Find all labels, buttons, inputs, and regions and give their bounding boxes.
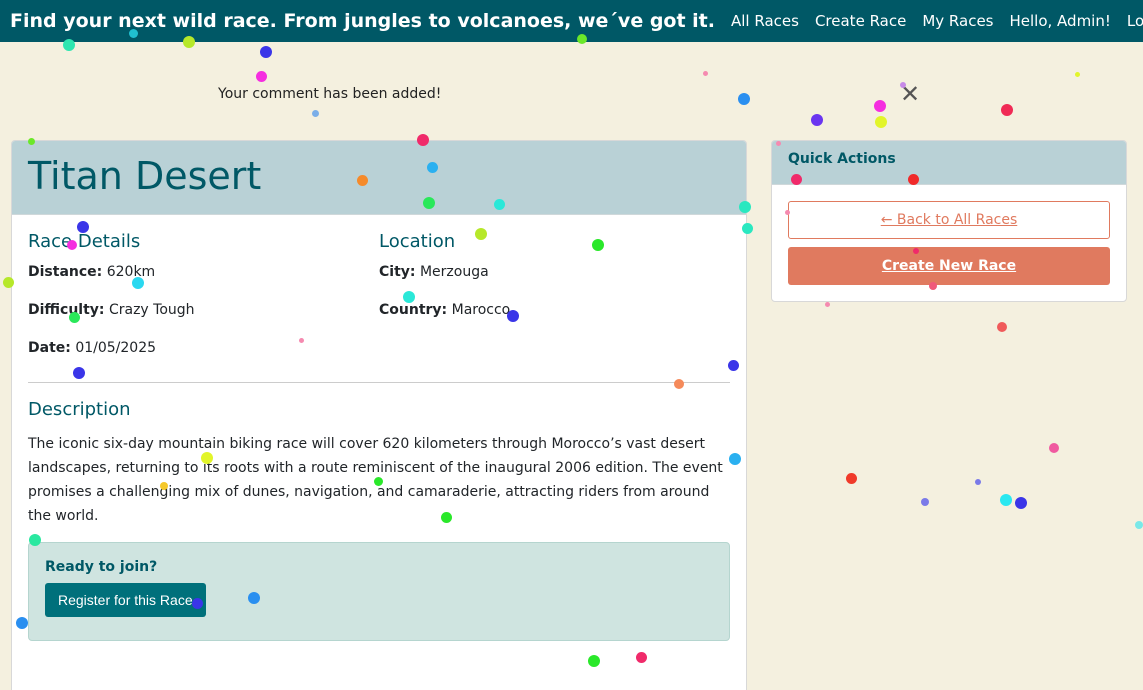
confetti-dot xyxy=(311,109,319,117)
country-row: Country: Marocco xyxy=(379,302,730,318)
race-details-heading: Race Details xyxy=(28,231,141,252)
distance-label: Distance: xyxy=(28,264,103,280)
nav-links: All Races Create Race My Races Hello, Ad… xyxy=(715,12,1143,30)
confetti-dot xyxy=(702,70,708,76)
join-panel: Ready to join? Register for this Race xyxy=(28,542,730,641)
confetti-dot xyxy=(1015,497,1027,509)
difficulty-label: Difficulty: xyxy=(28,302,105,318)
race-title: Titan Desert xyxy=(28,154,262,198)
confetti-dot xyxy=(975,479,981,485)
race-header: Titan Desert xyxy=(12,141,746,215)
register-button[interactable]: Register for this Race xyxy=(45,583,206,617)
section-divider xyxy=(28,382,730,383)
race-description: The iconic six-day mountain biking race … xyxy=(28,436,723,524)
race-details-column: Race Details Distance: 620km Difficulty:… xyxy=(28,231,379,378)
distance-row: Distance: 620km xyxy=(28,264,379,280)
confetti-dot xyxy=(255,70,267,82)
date-label: Date: xyxy=(28,340,71,356)
difficulty-value: Crazy Tough xyxy=(108,302,195,318)
close-icon[interactable]: ✕ xyxy=(900,82,920,106)
quick-actions-title: Quick Actions xyxy=(772,141,1126,185)
description-heading: Description xyxy=(28,399,131,420)
city-value: Merzouga xyxy=(419,264,489,280)
nav-my-races[interactable]: My Races xyxy=(922,12,993,30)
nav-logout[interactable]: Logout xyxy=(1127,12,1143,30)
flash-message: Your comment has been added! xyxy=(218,86,442,102)
confetti-dot xyxy=(811,114,823,126)
back-to-races-button[interactable]: ← Back to All Races xyxy=(788,201,1110,239)
nav-all-races[interactable]: All Races xyxy=(731,12,799,30)
confetti-dot xyxy=(1000,494,1012,506)
confetti-dot xyxy=(824,301,830,307)
city-row: City: Merzouga xyxy=(379,264,730,280)
country-value: Marocco xyxy=(451,302,511,318)
difficulty-row: Difficulty: Crazy Tough xyxy=(28,302,379,318)
confetti-dot xyxy=(875,116,887,128)
date-row: Date: 01/05/2025 xyxy=(28,340,379,356)
confetti-dot xyxy=(1135,521,1143,529)
quick-actions-card: Quick Actions ← Back to All Races Create… xyxy=(771,140,1127,302)
country-label: Country: xyxy=(379,302,448,318)
nav-user-greeting[interactable]: Hello, Admin! xyxy=(1010,12,1111,30)
race-detail-card: Titan Desert Race Details Distance: 620k… xyxy=(11,140,747,690)
join-question: Ready to join? xyxy=(45,559,158,575)
brand-tagline[interactable]: Find your next wild race. From jungles t… xyxy=(10,10,715,32)
confetti-dot xyxy=(997,322,1007,332)
confetti-dot xyxy=(260,46,272,58)
confetti-dot xyxy=(1074,71,1080,77)
confetti-dot xyxy=(1049,443,1059,453)
confetti-dot xyxy=(1001,104,1013,116)
location-column: Location City: Merzouga Country: Marocco xyxy=(379,231,730,378)
confetti-dot xyxy=(921,498,929,506)
date-value: 01/05/2025 xyxy=(75,340,157,356)
nav-create-race[interactable]: Create Race xyxy=(815,12,906,30)
create-new-race-button[interactable]: Create New Race xyxy=(788,247,1110,285)
confetti-dot xyxy=(738,93,750,105)
confetti-dot xyxy=(874,100,886,112)
city-label: City: xyxy=(379,264,416,280)
distance-value: 620km xyxy=(106,264,156,280)
confetti-dot xyxy=(845,472,857,484)
location-heading: Location xyxy=(379,231,456,252)
top-navbar: Find your next wild race. From jungles t… xyxy=(0,0,1143,42)
